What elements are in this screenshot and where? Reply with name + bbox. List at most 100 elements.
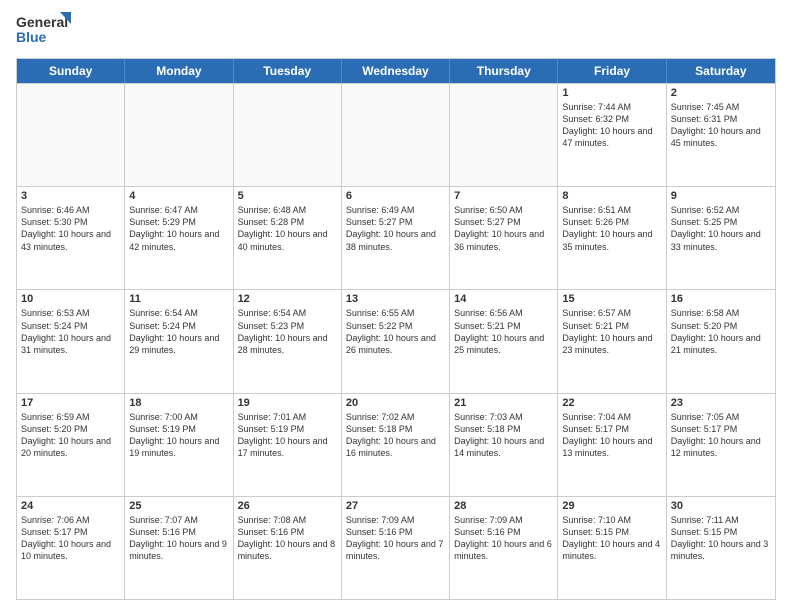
calendar-day-cell: 26 Sunrise: 7:08 AM Sunset: 5:16 PM Dayli… bbox=[234, 497, 342, 599]
day-number: 19 bbox=[238, 397, 337, 409]
day-info: Sunrise: 6:54 AM Sunset: 5:24 PM Dayligh… bbox=[129, 307, 228, 356]
day-info: Sunrise: 6:50 AM Sunset: 5:27 PM Dayligh… bbox=[454, 204, 553, 253]
day-number: 6 bbox=[346, 190, 445, 202]
day-of-week-header: Saturday bbox=[667, 59, 775, 83]
calendar-body: 1Sunrise: 7:44 AM Sunset: 6:32 PM Daylig… bbox=[17, 83, 775, 599]
day-number: 5 bbox=[238, 190, 337, 202]
day-of-week-header: Wednesday bbox=[342, 59, 450, 83]
day-number: 4 bbox=[129, 190, 228, 202]
day-number: 23 bbox=[671, 397, 771, 409]
day-info: Sunrise: 6:56 AM Sunset: 5:21 PM Dayligh… bbox=[454, 307, 553, 356]
day-info: Sunrise: 7:08 AM Sunset: 5:16 PM Dayligh… bbox=[238, 514, 337, 563]
page: General Blue SundayMondayTuesdayWednesda… bbox=[0, 0, 792, 612]
day-of-week-header: Sunday bbox=[17, 59, 125, 83]
day-info: Sunrise: 6:48 AM Sunset: 5:28 PM Dayligh… bbox=[238, 204, 337, 253]
calendar-day-cell: 23 Sunrise: 7:05 AM Sunset: 5:17 PM Dayli… bbox=[667, 394, 775, 496]
day-number: 16 bbox=[671, 293, 771, 305]
day-number: 24 bbox=[21, 500, 120, 512]
calendar-day-cell: 16 Sunrise: 6:58 AM Sunset: 5:20 PM Dayli… bbox=[667, 290, 775, 392]
day-info: Sunrise: 7:01 AM Sunset: 5:19 PM Dayligh… bbox=[238, 411, 337, 460]
calendar-week-row: 1Sunrise: 7:44 AM Sunset: 6:32 PM Daylig… bbox=[17, 83, 775, 186]
calendar-day-cell: 4 Sunrise: 6:47 AM Sunset: 5:29 PM Daylig… bbox=[125, 187, 233, 289]
calendar-day-cell: 3 Sunrise: 6:46 AM Sunset: 5:30 PM Daylig… bbox=[17, 187, 125, 289]
day-number: 3 bbox=[21, 190, 120, 202]
day-of-week-header: Tuesday bbox=[234, 59, 342, 83]
calendar-header: SundayMondayTuesdayWednesdayThursdayFrid… bbox=[17, 59, 775, 83]
calendar-day-cell: 22 Sunrise: 7:04 AM Sunset: 5:17 PM Dayli… bbox=[558, 394, 666, 496]
day-of-week-header: Thursday bbox=[450, 59, 558, 83]
svg-text:General: General bbox=[16, 14, 68, 30]
calendar-day-cell: 2 Sunrise: 7:45 AM Sunset: 6:31 PM Daylig… bbox=[667, 84, 775, 186]
calendar-empty-cell bbox=[17, 84, 125, 186]
day-number: 2 bbox=[671, 87, 771, 99]
calendar-empty-cell bbox=[342, 84, 450, 186]
calendar-empty-cell bbox=[450, 84, 558, 186]
calendar-day-cell: 17 Sunrise: 6:59 AM Sunset: 5:20 PM Dayli… bbox=[17, 394, 125, 496]
day-info: Sunrise: 7:00 AM Sunset: 5:19 PM Dayligh… bbox=[129, 411, 228, 460]
day-number: 7 bbox=[454, 190, 553, 202]
logo: General Blue bbox=[16, 12, 71, 50]
day-number: 11 bbox=[129, 293, 228, 305]
calendar-day-cell: 14 Sunrise: 6:56 AM Sunset: 5:21 PM Dayli… bbox=[450, 290, 558, 392]
day-number: 14 bbox=[454, 293, 553, 305]
calendar-day-cell: 8 Sunrise: 6:51 AM Sunset: 5:26 PM Daylig… bbox=[558, 187, 666, 289]
day-info: Sunrise: 7:09 AM Sunset: 5:16 PM Dayligh… bbox=[454, 514, 553, 563]
calendar-day-cell: 6 Sunrise: 6:49 AM Sunset: 5:27 PM Daylig… bbox=[342, 187, 450, 289]
calendar-week-row: 3 Sunrise: 6:46 AM Sunset: 5:30 PM Daylig… bbox=[17, 186, 775, 289]
day-number: 29 bbox=[562, 500, 661, 512]
day-info: Sunrise: 6:59 AM Sunset: 5:20 PM Dayligh… bbox=[21, 411, 120, 460]
day-info: Sunrise: 6:47 AM Sunset: 5:29 PM Dayligh… bbox=[129, 204, 228, 253]
calendar-day-cell: 1Sunrise: 7:44 AM Sunset: 6:32 PM Daylig… bbox=[558, 84, 666, 186]
day-info: Sunrise: 6:51 AM Sunset: 5:26 PM Dayligh… bbox=[562, 204, 661, 253]
day-number: 22 bbox=[562, 397, 661, 409]
day-info: Sunrise: 7:07 AM Sunset: 5:16 PM Dayligh… bbox=[129, 514, 228, 563]
calendar-week-row: 10Sunrise: 6:53 AM Sunset: 5:24 PM Dayli… bbox=[17, 289, 775, 392]
day-info: Sunrise: 6:54 AM Sunset: 5:23 PM Dayligh… bbox=[238, 307, 337, 356]
calendar-day-cell: 7 Sunrise: 6:50 AM Sunset: 5:27 PM Daylig… bbox=[450, 187, 558, 289]
day-info: Sunrise: 6:49 AM Sunset: 5:27 PM Dayligh… bbox=[346, 204, 445, 253]
calendar-day-cell: 13Sunrise: 6:55 AM Sunset: 5:22 PM Dayli… bbox=[342, 290, 450, 392]
header: General Blue bbox=[16, 12, 776, 50]
day-info: Sunrise: 7:10 AM Sunset: 5:15 PM Dayligh… bbox=[562, 514, 661, 563]
day-info: Sunrise: 6:55 AM Sunset: 5:22 PM Dayligh… bbox=[346, 307, 445, 356]
day-info: Sunrise: 7:02 AM Sunset: 5:18 PM Dayligh… bbox=[346, 411, 445, 460]
svg-text:Blue: Blue bbox=[16, 29, 47, 45]
calendar-day-cell: 12Sunrise: 6:54 AM Sunset: 5:23 PM Dayli… bbox=[234, 290, 342, 392]
calendar-day-cell: 21 Sunrise: 7:03 AM Sunset: 5:18 PM Dayli… bbox=[450, 394, 558, 496]
day-info: Sunrise: 6:46 AM Sunset: 5:30 PM Dayligh… bbox=[21, 204, 120, 253]
calendar-empty-cell bbox=[234, 84, 342, 186]
day-info: Sunrise: 7:45 AM Sunset: 6:31 PM Dayligh… bbox=[671, 101, 771, 150]
day-number: 10 bbox=[21, 293, 120, 305]
day-info: Sunrise: 7:03 AM Sunset: 5:18 PM Dayligh… bbox=[454, 411, 553, 460]
day-number: 26 bbox=[238, 500, 337, 512]
calendar-day-cell: 15Sunrise: 6:57 AM Sunset: 5:21 PM Dayli… bbox=[558, 290, 666, 392]
day-of-week-header: Monday bbox=[125, 59, 233, 83]
day-number: 21 bbox=[454, 397, 553, 409]
calendar-day-cell: 29 Sunrise: 7:10 AM Sunset: 5:15 PM Dayli… bbox=[558, 497, 666, 599]
day-info: Sunrise: 7:06 AM Sunset: 5:17 PM Dayligh… bbox=[21, 514, 120, 563]
calendar-week-row: 24 Sunrise: 7:06 AM Sunset: 5:17 PM Dayli… bbox=[17, 496, 775, 599]
calendar-week-row: 17 Sunrise: 6:59 AM Sunset: 5:20 PM Dayli… bbox=[17, 393, 775, 496]
calendar-day-cell: 10Sunrise: 6:53 AM Sunset: 5:24 PM Dayli… bbox=[17, 290, 125, 392]
calendar-day-cell: 20 Sunrise: 7:02 AM Sunset: 5:18 PM Dayli… bbox=[342, 394, 450, 496]
day-number: 9 bbox=[671, 190, 771, 202]
day-number: 17 bbox=[21, 397, 120, 409]
day-of-week-header: Friday bbox=[558, 59, 666, 83]
day-number: 8 bbox=[562, 190, 661, 202]
calendar: SundayMondayTuesdayWednesdayThursdayFrid… bbox=[16, 58, 776, 600]
day-info: Sunrise: 7:05 AM Sunset: 5:17 PM Dayligh… bbox=[671, 411, 771, 460]
calendar-day-cell: 5 Sunrise: 6:48 AM Sunset: 5:28 PM Daylig… bbox=[234, 187, 342, 289]
logo-svg: General Blue bbox=[16, 12, 71, 50]
day-info: Sunrise: 6:58 AM Sunset: 5:20 PM Dayligh… bbox=[671, 307, 771, 356]
day-info: Sunrise: 6:52 AM Sunset: 5:25 PM Dayligh… bbox=[671, 204, 771, 253]
day-number: 27 bbox=[346, 500, 445, 512]
calendar-empty-cell bbox=[125, 84, 233, 186]
day-number: 15 bbox=[562, 293, 661, 305]
day-info: Sunrise: 7:11 AM Sunset: 5:15 PM Dayligh… bbox=[671, 514, 771, 563]
calendar-day-cell: 18 Sunrise: 7:00 AM Sunset: 5:19 PM Dayli… bbox=[125, 394, 233, 496]
day-number: 20 bbox=[346, 397, 445, 409]
calendar-day-cell: 25Sunrise: 7:07 AM Sunset: 5:16 PM Dayli… bbox=[125, 497, 233, 599]
calendar-day-cell: 27Sunrise: 7:09 AM Sunset: 5:16 PM Dayli… bbox=[342, 497, 450, 599]
day-info: Sunrise: 7:04 AM Sunset: 5:17 PM Dayligh… bbox=[562, 411, 661, 460]
day-number: 18 bbox=[129, 397, 228, 409]
